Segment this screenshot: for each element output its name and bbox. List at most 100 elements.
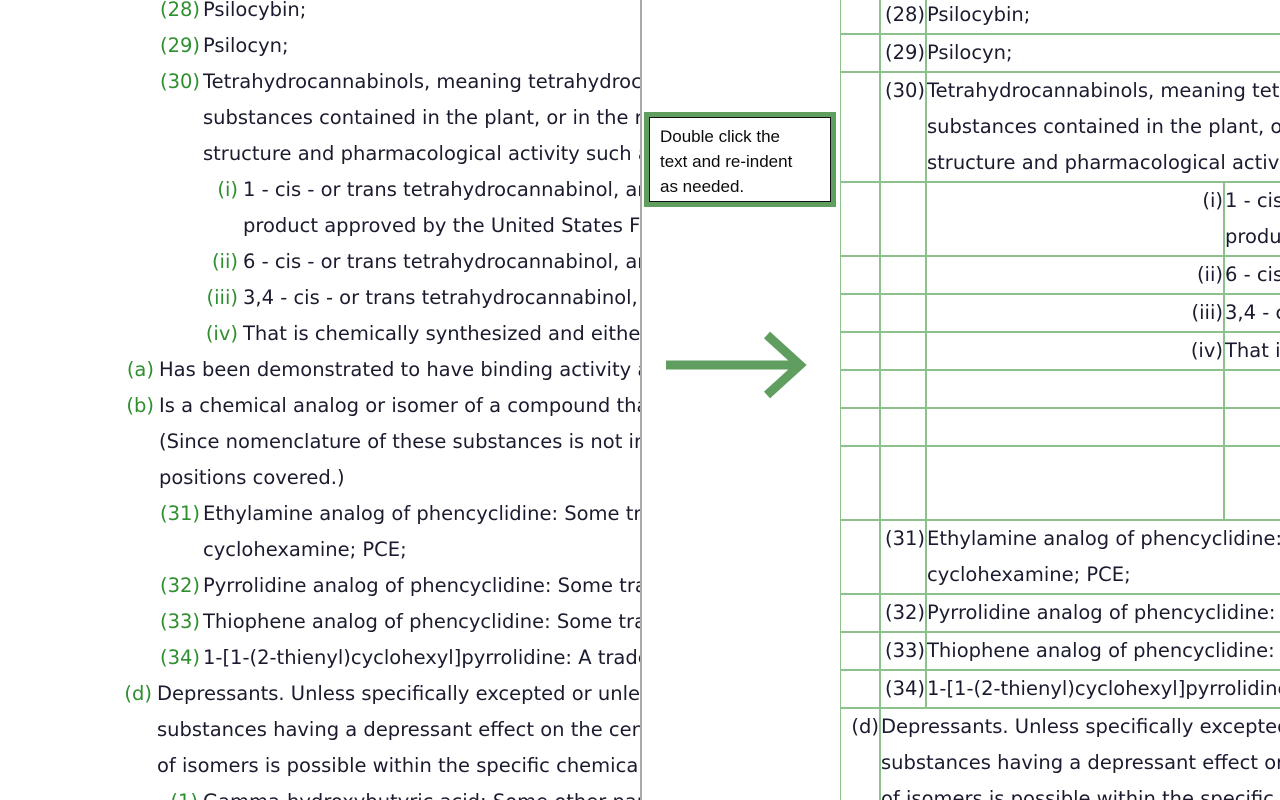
indent-spacer-cell[interactable] — [880, 294, 926, 332]
document-paragraph[interactable]: (34) 1-[1-(2-thienyl)cyclohexyl]pyrrolidi… — [0, 640, 640, 676]
paragraph-number-cell[interactable]: (d) — [840, 708, 880, 800]
indent-spacer-cell[interactable] — [840, 670, 880, 708]
paragraph-number-cell[interactable]: (31) — [880, 520, 926, 594]
table-row[interactable]: (b)Is a chemical analog or isomer of a c… — [840, 408, 1280, 446]
indent-spacer-cell[interactable] — [840, 256, 880, 294]
paragraph-text-cell[interactable]: That is chemically synthesized and eithe… — [1224, 332, 1280, 370]
indent-spacer-cell[interactable] — [840, 34, 880, 72]
paragraph-line: positions covered.) — [159, 466, 345, 489]
document-paragraph[interactable]: (29) Psilocyn; — [0, 28, 640, 64]
paragraph-number-cell[interactable]: (a) — [1224, 370, 1280, 408]
document-paragraph[interactable]: (28) Psilocybin; — [0, 0, 640, 28]
table-row[interactable]: (Since nomenclature of these substances … — [840, 446, 1280, 520]
indent-spacer-cell[interactable] — [926, 446, 1224, 520]
indent-spacer-cell[interactable] — [880, 256, 926, 294]
indent-spacer-cell[interactable] — [880, 332, 926, 370]
paragraph-text-cell[interactable]: 1 - cis - or trans tetrahydrocannabinol,… — [1224, 182, 1280, 256]
document-paragraph[interactable]: (i) 1 - cis - or trans tetrahydrocannabin… — [0, 172, 640, 244]
document-paragraph[interactable]: (d) Depressants. Unless specifically exce… — [0, 676, 640, 784]
paragraph-number-cell[interactable] — [1224, 446, 1280, 520]
document-paragraph[interactable]: (32) Pyrrolidine analog of phencyclidine:… — [0, 568, 640, 604]
table-row[interactable]: (28) Psilocybin; — [840, 0, 1280, 34]
paragraph-text: Ethylamine analog of phencyclidine: Some… — [0, 496, 640, 568]
paragraph-line: 6 - cis - or trans tetrahydrocannabinol,… — [243, 250, 640, 273]
indent-spacer-cell[interactable] — [880, 370, 926, 408]
right-grid-panel[interactable]: (28) Psilocybin; (29) Psilocyn; (30) Tetrah… — [838, 0, 1280, 800]
paragraph-number-cell[interactable]: (i) — [926, 182, 1224, 256]
table-row[interactable]: (d) Depressants. Unless specifically exce… — [840, 708, 1280, 800]
indent-spacer-cell[interactable] — [840, 182, 880, 256]
table-row[interactable]: (iii)3,4 - cis - or trans tetrahydrocann… — [840, 294, 1280, 332]
paragraph-text-cell[interactable]: Tetrahydrocannabinols, meaning tetrahydr… — [926, 72, 1280, 182]
table-row[interactable]: (32) Pyrrolidine analog of phencyclidine:… — [840, 594, 1280, 632]
paragraph-text-cell[interactable]: Pyrrolidine analog of phencyclidine: Som… — [926, 594, 1280, 632]
paragraph-text-cell[interactable]: Thiophene analog of phencyclidine: Some … — [926, 632, 1280, 670]
document-paragraph[interactable]: (b) Is a chemical analog or isomer of a c… — [0, 388, 640, 424]
indent-grid-table[interactable]: (28) Psilocybin; (29) Psilocyn; (30) Tetrah… — [840, 0, 1280, 800]
document-paragraph[interactable]: (iii) 3,4 - cis - or trans tetrahydrocann… — [0, 280, 640, 316]
table-row[interactable]: (33)Thiophene analog of phencyclidine: S… — [840, 632, 1280, 670]
table-row[interactable]: (29) Psilocyn; — [840, 34, 1280, 72]
paragraph-line: substances contained in the plant, or in… — [203, 106, 640, 129]
paragraph-text-cell[interactable]: 3,4 - cis - or trans tetrahydrocannabino… — [1224, 294, 1280, 332]
paragraph-text-cell[interactable]: Ethylamine analog of phencyclidine: Some… — [926, 520, 1280, 594]
paragraph-number-cell[interactable]: (iv) — [926, 332, 1224, 370]
table-row[interactable]: (i)1 - cis - or trans tetrahydrocannabin… — [840, 182, 1280, 256]
paragraph-text-cell[interactable]: Depressants. Unless specifically excepte… — [880, 708, 1280, 800]
indent-spacer-cell[interactable] — [880, 182, 926, 256]
document-paragraph[interactable]: (1) Gamma-hydroxybutyric acid: Some other… — [0, 784, 640, 800]
indent-spacer-cell[interactable] — [840, 408, 880, 446]
table-row[interactable]: (ii)6 - cis - or trans tetrahydrocannabi… — [840, 256, 1280, 294]
document-paragraph[interactable]: (ii) 6 - cis - or trans tetrahydrocannabi… — [0, 244, 640, 280]
paragraph-text-cell[interactable]: Psilocybin; — [926, 0, 1280, 34]
table-row[interactable]: (34) 1-[1-(2-thienyl)cyclohexyl]pyrrolidi… — [840, 670, 1280, 708]
indent-spacer-cell[interactable] — [840, 332, 880, 370]
table-row[interactable]: (30)Tetrahydrocannabinols, meaning tetra… — [840, 72, 1280, 182]
left-document-panel[interactable]: (28) Psilocybin; (29) Psilocyn; (30) Tetrahyd… — [0, 0, 640, 800]
left-document-body[interactable]: (28) Psilocybin; (29) Psilocyn; (30) Tetrahyd… — [0, 0, 640, 800]
document-paragraph[interactable]: (33) Thiophene analog of phencyclidine: S… — [0, 604, 640, 640]
paragraph-text: Is a chemical analog or isomer of a comp… — [0, 388, 640, 424]
document-paragraph[interactable]: (a) Has been demonstrated to have binding… — [0, 352, 640, 388]
indent-spacer-cell[interactable] — [880, 408, 926, 446]
indent-spacer-cell[interactable] — [840, 520, 880, 594]
paragraph-number-cell[interactable]: (iii) — [926, 294, 1224, 332]
indent-spacer-cell[interactable] — [840, 370, 880, 408]
paragraph-number-cell[interactable]: (33) — [880, 632, 926, 670]
indent-spacer-cell[interactable] — [840, 594, 880, 632]
document-paragraph[interactable]: (30) Tetrahydrocannabinols, meaning tetra… — [0, 64, 640, 172]
paragraph-text-cell[interactable]: 6 - cis - or trans tetrahydrocannabinol,… — [1224, 256, 1280, 294]
document-paragraph[interactable]: (31) Ethylamine analog of phencyclidine: … — [0, 496, 640, 568]
paragraph-line: structure and pharmacological activity s… — [203, 142, 640, 165]
paragraph-number: (iv) — [205, 322, 238, 345]
indent-spacer-cell[interactable] — [840, 632, 880, 670]
paragraph-line: cyclohexamine; PCE; — [203, 538, 407, 561]
indent-spacer-cell[interactable] — [926, 370, 1224, 408]
table-row[interactable]: (iv)That is chemically synthesized and e… — [840, 332, 1280, 370]
table-row[interactable]: (31) Ethylamine analog of phencyclidine: … — [840, 520, 1280, 594]
indent-spacer-cell[interactable] — [840, 0, 880, 34]
table-row[interactable]: (a)Has been demonstrated to have binding… — [840, 370, 1280, 408]
indent-spacer-cell[interactable] — [840, 72, 880, 182]
paragraph-number-cell[interactable]: (30) — [880, 72, 926, 182]
paragraph-number-cell[interactable]: (32) — [880, 594, 926, 632]
indent-spacer-cell[interactable] — [880, 446, 926, 520]
paragraph-text-cell[interactable]: 1-[1-(2-thienyl)cyclohexyl]pyrrolidine: … — [926, 670, 1280, 708]
document-paragraph[interactable]: (iv) That is chemically synthesized and e… — [0, 316, 640, 352]
paragraph-number-cell[interactable]: (29) — [880, 34, 926, 72]
paragraph-number-cell[interactable]: (b) — [1224, 408, 1280, 446]
paragraph-number: (i) — [217, 178, 238, 201]
screenshot-root: (28) Psilocybin; (29) Psilocyn; (30) Tetrahyd… — [0, 0, 1280, 800]
paragraph-line: Thiophene analog of phencyclidine: Some … — [203, 610, 640, 633]
indent-spacer-cell[interactable] — [926, 408, 1224, 446]
paragraph-number-cell[interactable]: (34) — [880, 670, 926, 708]
paragraph-number-cell[interactable]: (28) — [880, 0, 926, 34]
document-paragraph[interactable]: (Since nomenclature of these substances … — [0, 424, 640, 496]
paragraph-line: 6 - cis - or trans tetrahydrocannabinol,… — [1225, 263, 1280, 286]
paragraph-number: (a) — [126, 358, 154, 381]
paragraph-number-cell[interactable]: (ii) — [926, 256, 1224, 294]
paragraph-line: substances having a depressant effect on… — [881, 751, 1280, 774]
paragraph-text-cell[interactable]: Psilocyn; — [926, 34, 1280, 72]
indent-spacer-cell[interactable] — [840, 294, 880, 332]
indent-spacer-cell[interactable] — [840, 446, 880, 520]
